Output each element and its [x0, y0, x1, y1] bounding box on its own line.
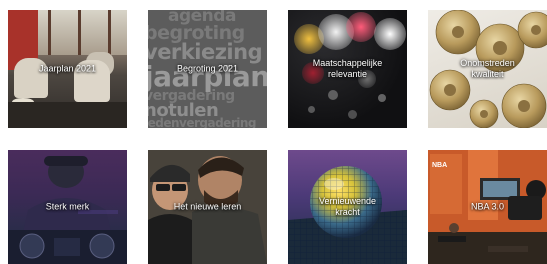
tile-vernieuwende-kracht[interactable]: Vernieuwende kracht [288, 150, 407, 264]
tile-onomstreden-kwaliteit[interactable]: Onomstreden kwaliteit [428, 10, 547, 128]
tile-jaarplan-2021[interactable]: Jaarplan 2021 [8, 10, 127, 128]
tile-sterk-merk[interactable]: Sterk merk [8, 150, 127, 264]
word: ledenvergadering [148, 116, 256, 128]
tile-label: Begroting 2021 [176, 63, 239, 74]
tile-label: Het nieuwe leren [173, 201, 242, 212]
tile-label: Maatschappelijke relevantie [312, 58, 383, 79]
nba-slide-text: NBA [432, 162, 448, 169]
tile-grid: Jaarplan 2021 agenda begroting verkiezin… [0, 0, 547, 264]
tile-het-nieuwe-leren[interactable]: Het nieuwe leren [148, 150, 267, 264]
tile-maatschappelijke-relevantie[interactable]: Maatschappelijke relevantie [288, 10, 407, 128]
tile-label: Sterk merk [45, 201, 90, 212]
tile-label: Jaarplan 2021 [38, 63, 97, 74]
tile-label: Onomstreden kwaliteit [460, 58, 515, 79]
tile-nba-3-0[interactable]: NBA NBA 3.0 [428, 150, 547, 264]
tile-label: NBA 3.0 [470, 201, 505, 212]
tile-label: Vernieuwende kracht [318, 196, 377, 217]
tile-begroting-2021[interactable]: agenda begroting verkiezing jaarplan ver… [148, 10, 267, 128]
